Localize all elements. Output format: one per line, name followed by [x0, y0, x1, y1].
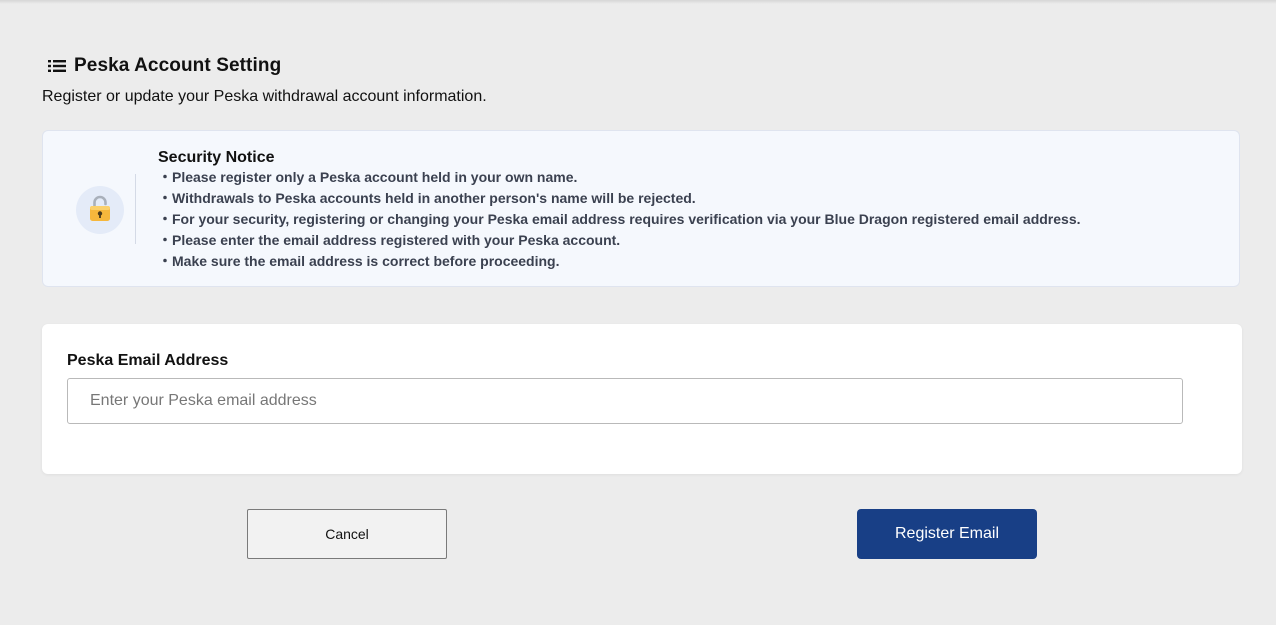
lock-badge	[76, 186, 124, 234]
notice-divider	[135, 174, 136, 244]
email-field[interactable]	[67, 378, 1183, 424]
page-title: Peska Account Setting	[74, 55, 282, 76]
lock-icon	[87, 194, 113, 227]
notice-title: Security Notice	[158, 149, 275, 166]
register-email-button[interactable]: Register Email	[857, 509, 1037, 559]
list-icon	[48, 58, 66, 74]
notice-item: ・For your security, registering or chang…	[158, 211, 1081, 227]
cancel-button[interactable]: Cancel	[247, 509, 447, 559]
notice-list: ・Please register only a Peska account he…	[158, 167, 1081, 272]
notice-item: ・Please register only a Peska account he…	[158, 169, 578, 185]
security-notice: Security Notice ・Please register only a …	[42, 130, 1240, 287]
notice-item: ・Withdrawals to Peska accounts held in a…	[158, 190, 696, 206]
notice-item: ・Make sure the email address is correct …	[158, 253, 560, 269]
top-bar-shadow	[0, 0, 1276, 4]
email-form-card: Peska Email Address	[42, 324, 1242, 474]
notice-item: ・Please enter the email address register…	[158, 232, 621, 248]
notice-body: Security Notice ・Please register only a …	[158, 148, 1081, 272]
email-field-label: Peska Email Address	[67, 352, 229, 369]
page-header: Peska Account Setting	[48, 55, 281, 77]
page-subtitle: Register or update your Peska withdrawal…	[42, 88, 487, 105]
